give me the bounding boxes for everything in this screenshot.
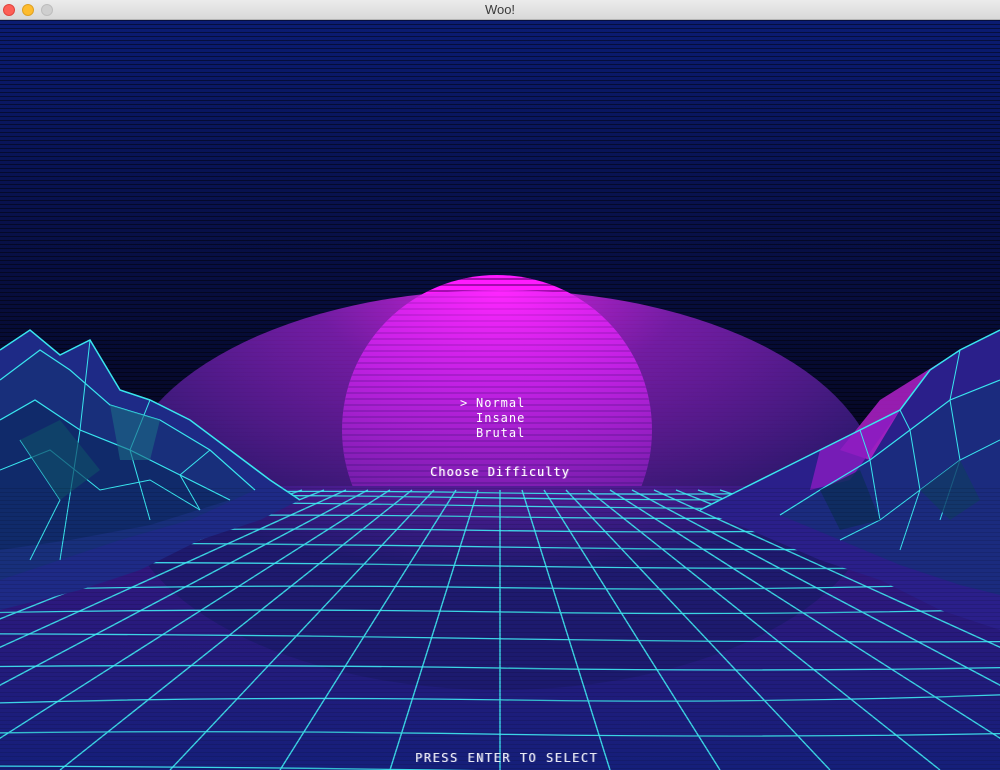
menu-item-insane[interactable]: Insane	[460, 411, 525, 426]
selection-cursor: >	[460, 396, 469, 410]
menu-item-label: Brutal	[476, 426, 526, 440]
menu-item-normal[interactable]: > Normal	[460, 396, 525, 411]
window-title: Woo!	[484, 2, 516, 17]
press-enter-hint: PRESS ENTER TO SELECT	[415, 751, 599, 765]
title-bar: Woo!	[0, 0, 1000, 20]
menu-item-brutal[interactable]: Brutal	[460, 426, 525, 441]
synthwave-background	[0, 20, 1000, 770]
game-scene: > Normal Insane Brutal Choose Difficulty …	[0, 20, 1000, 770]
game-window: Woo! > Normal Insane Brutal Choose Diffi…	[0, 0, 1000, 770]
menu-item-label: Normal	[476, 396, 526, 410]
menu-heading: Choose Difficulty	[430, 465, 570, 479]
menu-item-label: Insane	[476, 411, 526, 425]
difficulty-menu: > Normal Insane Brutal	[460, 396, 525, 441]
